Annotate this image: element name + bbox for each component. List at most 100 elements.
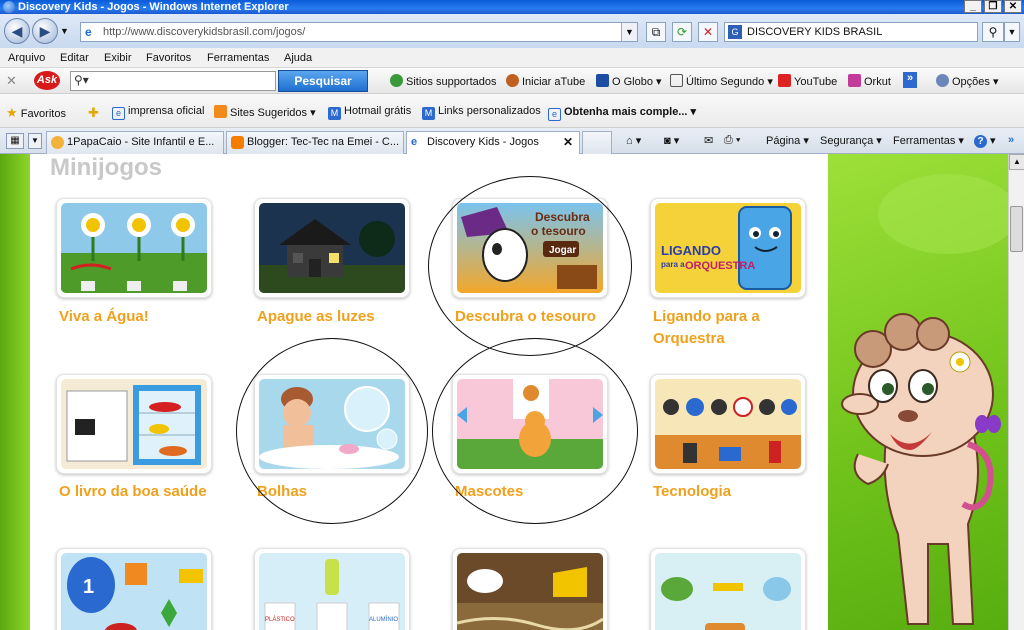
toolbar-item-youtube[interactable]: YouTube <box>778 74 837 88</box>
msn-icon: M <box>422 107 435 120</box>
ask-toolbar: ✕ Ask ⚲▾ Pesquisar Sitios supportados In… <box>0 68 1024 94</box>
favoritos-button[interactable]: ★ Favoritos <box>6 105 66 121</box>
svg-text:Jogar: Jogar <box>549 245 576 256</box>
address-input[interactable]: e http://www.discoverykidsbrasil.com/jog… <box>80 22 638 42</box>
close-window-icon[interactable]: ✕ <box>1004 0 1022 13</box>
svg-text:para a: para a <box>661 260 685 269</box>
compatibility-icon[interactable]: ⧉ <box>646 22 666 42</box>
new-tab-button[interactable] <box>582 131 612 154</box>
fav-item-imprensa[interactable]: e imprensa oficial <box>112 105 204 120</box>
tab-list-icon[interactable]: ▼ <box>28 133 42 149</box>
ask-logo: Ask <box>34 71 60 90</box>
fav-item-links[interactable]: M Links personalizados <box>422 105 541 120</box>
game-name[interactable]: Bolhas <box>257 481 417 503</box>
tab-papacaio[interactable]: 1PapaCaio - Site Infantil e E... <box>46 131 224 154</box>
animals-instruments-thumbnail[interactable] <box>650 548 806 630</box>
search-options-icon[interactable]: ▼ <box>1004 22 1020 42</box>
close-tab-icon[interactable]: ✕ <box>563 132 573 153</box>
more-commands-icon[interactable]: » <box>1008 134 1014 146</box>
ask-search-input[interactable]: ⚲▾ <box>70 71 276 91</box>
toolbar-item-sitios[interactable]: Sitios supportados <box>390 74 497 88</box>
mail-icon[interactable]: ✉ <box>704 134 713 147</box>
toolbar-item-label: O Globo <box>612 76 653 88</box>
treasure-dog-thumbnail[interactable]: Descubra o tesouro Jogar <box>452 198 608 298</box>
quick-tabs-icon[interactable]: ▦ <box>6 133 24 149</box>
svg-text:PLÁSTICO: PLÁSTICO <box>265 616 295 623</box>
refresh-icon[interactable]: ⟳ <box>672 22 692 42</box>
opcoes-menu[interactable]: Opções ▾ <box>936 74 999 88</box>
bottles-thumbnail[interactable]: PLÁSTICO ALUMÍNIO <box>254 548 410 630</box>
more-items-button[interactable]: » <box>903 72 917 88</box>
toolbar-item-label: Iniciar aTube <box>522 76 586 88</box>
fav-item-label: Links personalizados <box>438 105 541 117</box>
scroll-up-icon[interactable]: ▲ <box>1009 154 1024 170</box>
svg-text:o tesouro: o tesouro <box>531 224 586 238</box>
menu-favoritos[interactable]: Favoritos <box>146 52 191 64</box>
game-name[interactable]: Ligando para a Orquestra <box>653 306 813 350</box>
menu-editar[interactable]: Editar <box>60 52 89 64</box>
stop-icon[interactable]: ✕ <box>698 22 718 42</box>
svg-text:LIGANDO: LIGANDO <box>661 243 721 258</box>
toolbar-item-orkut[interactable]: Orkut <box>848 74 891 88</box>
add-favorite-icon[interactable]: ✚ <box>88 105 99 121</box>
address-dropdown-icon[interactable]: ▼ <box>621 23 637 41</box>
scrollbar-thumb[interactable] <box>1010 206 1023 252</box>
pagina-menu[interactable]: Página ▾ <box>766 134 809 147</box>
ultimo-segundo-icon <box>670 74 683 87</box>
seguranca-menu[interactable]: Segurança ▾ <box>820 134 882 147</box>
pesquisar-button[interactable]: Pesquisar <box>278 70 368 92</box>
flowers-thumbnail[interactable] <box>56 198 212 298</box>
search-input[interactable]: G DISCOVERY KIDS BRASIL <box>724 22 978 42</box>
menu-ferramentas[interactable]: Ferramentas <box>207 52 269 64</box>
game-name[interactable]: Tecnologia <box>653 481 813 503</box>
fav-item-sites-sugeridos[interactable]: Sites Sugeridos ▾ <box>214 105 316 119</box>
menu-exibir[interactable]: Exibir <box>104 52 132 64</box>
ferramentas-menu[interactable]: Ferramentas ▾ <box>893 134 964 147</box>
close-toolbar-icon[interactable]: ✕ <box>6 73 17 89</box>
telephones-thumbnail[interactable] <box>650 374 806 474</box>
night-house-thumbnail[interactable] <box>254 198 410 298</box>
tab-discovery-kids[interactable]: e Discovery Kids - Jogos ✕ <box>406 131 580 154</box>
toolbar-item-ultimo-segundo[interactable]: Último Segundo ▾ <box>670 74 773 88</box>
search-provider-icon: G <box>728 25 742 39</box>
forward-button[interactable]: ▶ <box>32 18 58 44</box>
game-name[interactable]: Mascotes <box>455 481 615 503</box>
search-icon[interactable]: ⚲ <box>982 22 1004 42</box>
bath-bubbles-thumbnail[interactable] <box>254 374 410 474</box>
minimize-icon[interactable]: _ <box>964 0 982 13</box>
balloon-shapes-thumbnail[interactable]: 1 <box>56 548 212 630</box>
pet-cat-thumbnail[interactable] <box>452 374 608 474</box>
vertical-scrollbar[interactable]: ▲ <box>1008 154 1024 630</box>
game-name[interactable]: O livro da boa saúde <box>59 481 219 503</box>
game-name[interactable]: Apague as luzes <box>257 306 417 328</box>
gear-icon <box>936 74 949 87</box>
help-icon[interactable]: ? ▾ <box>974 134 996 148</box>
star-icon: ★ <box>6 105 18 120</box>
phone-orchestra-thumbnail[interactable]: LIGANDO para a ORQUESTRA <box>650 198 806 298</box>
toolbar-item-label: YouTube <box>794 76 838 88</box>
game-name[interactable]: Viva a Água! <box>59 306 219 328</box>
fridge-book-thumbnail[interactable] <box>56 374 212 474</box>
page-content: Minijogos Viva a Água! Apague as luzes D… <box>0 154 1008 630</box>
back-button[interactable]: ◀ <box>4 18 30 44</box>
menu-ajuda[interactable]: Ajuda <box>284 52 312 64</box>
history-dropdown-icon[interactable]: ▼ <box>60 26 69 36</box>
toolbar-item-atube[interactable]: Iniciar aTube <box>506 74 585 88</box>
home-icon[interactable]: ⌂ ▾ <box>626 134 641 147</box>
opcoes-label: Opções <box>952 76 990 88</box>
menu-arquivo[interactable]: Arquivo <box>8 52 45 64</box>
fav-item-obtenha[interactable]: e Obtenha mais comple... ▾ <box>548 105 696 121</box>
print-icon[interactable]: ⎙ ▾ <box>724 134 740 147</box>
feeds-icon[interactable]: ◙ ▾ <box>664 134 679 147</box>
fav-item-hotmail[interactable]: M Hotmail grátis <box>328 105 411 120</box>
farm-cheese-thumbnail[interactable] <box>452 548 608 630</box>
ferramentas-label: Ferramentas <box>893 135 956 147</box>
svg-text:ALUMÍNIO: ALUMÍNIO <box>369 616 398 623</box>
toolbar-item-oglobo[interactable]: O Globo ▾ <box>596 74 662 88</box>
ie-page-icon: e <box>548 108 561 121</box>
toolbar-item-label: Último Segundo <box>686 76 765 88</box>
search-text: DISCOVERY KIDS BRASIL <box>747 26 883 38</box>
game-name[interactable]: Descubra o tesouro <box>455 306 615 328</box>
restore-icon[interactable]: ❐ <box>984 0 1002 13</box>
tab-blogger[interactable]: Blogger: Tec-Tec na Emei - C... <box>226 131 404 154</box>
